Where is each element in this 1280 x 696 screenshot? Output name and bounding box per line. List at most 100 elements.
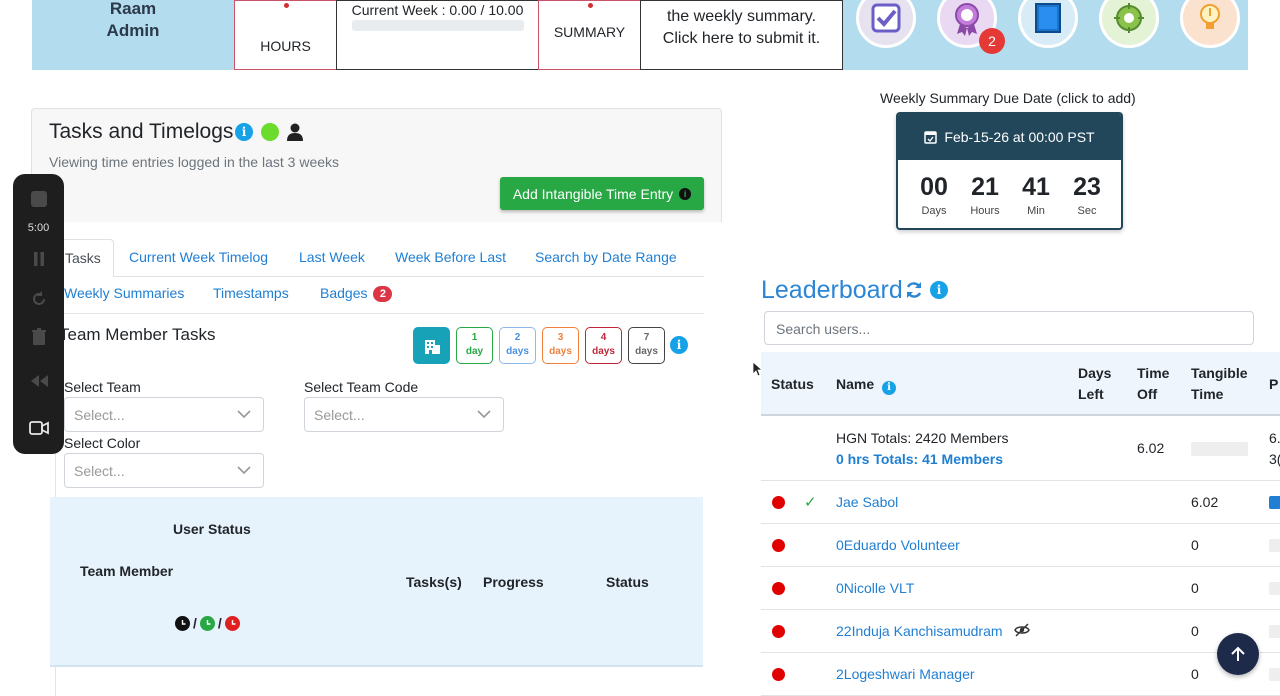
member-name-link[interactable]: Jae Sabol — [836, 494, 898, 510]
tab-timestamps[interactable]: Timestamps — [213, 285, 289, 301]
tab-search-by-date-range[interactable]: Search by Date Range — [535, 249, 677, 265]
user-icon[interactable] — [287, 123, 303, 141]
tab-badges[interactable]: Badges 2 — [320, 285, 393, 302]
tasks-subtitle: Viewing time entries logged in the last … — [49, 154, 340, 170]
select-team-code-dropdown[interactable]: Select... — [304, 397, 504, 432]
progress-bar — [1269, 496, 1280, 509]
leaderboard-title: Leaderboard — [761, 276, 903, 304]
search-users-placeholder: Search users... — [776, 321, 871, 337]
mouse-cursor-icon — [752, 361, 762, 377]
due-date-header: Feb-15-26 at 00:00 PST — [898, 114, 1121, 160]
select-team-code-label: Select Team Code — [304, 379, 419, 395]
add-intangible-time-button[interactable]: Add Intangible Time Entry i — [500, 177, 704, 210]
search-users-input[interactable]: Search users... — [764, 311, 1254, 345]
chevron-down-icon — [237, 466, 251, 475]
select-team-placeholder: Select... — [74, 407, 125, 423]
select-color-placeholder: Select... — [74, 463, 125, 479]
scroll-to-top-button[interactable] — [1217, 633, 1259, 675]
submit-summary-cell[interactable]: the weekly summary. Click here to submit… — [640, 0, 843, 70]
info-icon[interactable]: i — [235, 123, 253, 141]
camera-button[interactable] — [13, 420, 64, 436]
hgn-totals: HGN Totals: 2420 Members — [836, 430, 1009, 446]
status-red-dot — [772, 625, 785, 638]
filter-3-days-button[interactable]: 3 days — [542, 327, 579, 364]
tangible-time-value: 6.02 — [1191, 494, 1219, 510]
filter-7-days-button[interactable]: 7 days — [628, 327, 665, 364]
calendar-filter-button[interactable] — [413, 327, 450, 364]
summary-label: SUMMARY — [553, 24, 626, 40]
filter-1-day-button[interactable]: 1 day — [456, 327, 493, 364]
delete-button[interactable] — [13, 328, 64, 346]
chevron-down-icon — [477, 410, 491, 419]
restart-button[interactable] — [13, 290, 64, 308]
tangible-time-value: 0 — [1191, 537, 1199, 553]
clock-red-icon — [224, 615, 240, 631]
summary-cell[interactable]: SUMMARY — [538, 0, 641, 70]
info-icon[interactable]: i — [930, 281, 948, 299]
totals-time-off: 6.02 — [1137, 440, 1165, 456]
info-icon[interactable]: i — [882, 381, 897, 395]
check-icon: ✓ — [804, 494, 817, 511]
countdown-sec-unit: Sec — [1077, 205, 1097, 217]
lb-status-header[interactable]: Status — [771, 374, 814, 395]
countdown-hours-unit: Hours — [970, 205, 1000, 217]
due-date-countdown[interactable]: Feb-15-26 at 00:00 PST 00 Days 21 Hours 41… — [896, 112, 1123, 230]
rewind-button[interactable] — [13, 374, 64, 388]
user-name: Raam Admin — [106, 0, 160, 40]
lb-name-header[interactable]: Name i — [836, 374, 897, 395]
filter-1-day-unit: day — [465, 346, 484, 357]
current-week-progress-bar — [352, 20, 524, 31]
hours-cell[interactable]: HOURS — [234, 0, 337, 70]
info-icon[interactable]: i — [670, 336, 688, 354]
tab-badges-label: Badges — [320, 285, 368, 301]
leaderboard-title-icons: i — [904, 280, 948, 300]
screen-recorder-toolbar: 5:00 — [13, 174, 64, 454]
select-color-dropdown[interactable]: Select... — [64, 453, 264, 488]
leaderboard-row: 22Induja Kanchisamudram 0 — [761, 610, 1280, 653]
tab-week-before-last[interactable]: Week Before Last — [395, 249, 506, 265]
stop-icon — [30, 191, 47, 207]
lb-time-off-header[interactable]: Time Off — [1137, 363, 1169, 405]
select-team-dropdown[interactable]: Select... — [64, 397, 264, 432]
select-color-label: Select Color — [64, 435, 141, 451]
lb-tangible-time-header[interactable]: Tangible Time — [1191, 363, 1248, 405]
eye-slash-icon[interactable] — [1014, 623, 1030, 637]
leaderboard-row: ✓ Jae Sabol 6.02 — [761, 481, 1280, 524]
building-icon — [424, 339, 440, 354]
member-name-link[interactable]: 22Induja Kanchisamudram — [836, 623, 1003, 639]
day-filter-buttons: 1 day 2 days 3 days 4 days 7 days — [413, 327, 665, 364]
team-member-header: Team Member — [80, 563, 174, 579]
filter-4-days-unit: days — [592, 346, 615, 357]
filter-2-days-button[interactable]: 2 days — [499, 327, 536, 364]
pause-button[interactable] — [13, 251, 64, 267]
totals-next-a: 6. — [1269, 430, 1280, 446]
filter-4-days-button[interactable]: 4 days — [585, 327, 622, 364]
tangible-time-value: 0 — [1191, 666, 1199, 682]
tab-current-week-timelog[interactable]: Current Week Timelog — [129, 249, 268, 265]
countdown-min-value: 41 — [1022, 173, 1050, 201]
current-week-label: Current Week : 0.00 / 10.00 — [351, 2, 524, 18]
member-name-link[interactable]: 0Nicolle VLT — [836, 580, 914, 596]
member-name-link[interactable]: 0Eduardo Volunteer — [836, 537, 960, 553]
totals-tangible-bar — [1191, 442, 1248, 456]
summary-dot — [587, 3, 593, 8]
tangible-time-value: 0 — [1191, 580, 1199, 596]
member-name-link[interactable]: 2Logeshwari Manager — [836, 666, 975, 682]
weekly-summary-due-label[interactable]: Weekly Summary Due Date (click to add) — [880, 90, 1136, 106]
lb-name-header-label: Name — [836, 376, 875, 392]
zero-hrs-totals[interactable]: 0 hrs Totals: 41 Members — [836, 451, 1003, 467]
filter-2-days-unit: days — [506, 346, 529, 357]
countdown-hours: 21 Hours — [957, 172, 1013, 217]
current-week-cell[interactable]: Current Week : 0.00 / 10.00 — [336, 0, 539, 70]
filter-3-days-unit: days — [549, 346, 572, 357]
recording-time: 5:00 — [27, 222, 50, 234]
tangible-time-value: 0 — [1191, 623, 1199, 639]
tab-last-week[interactable]: Last Week — [299, 249, 365, 265]
lb-days-left-header[interactable]: Days Left — [1078, 363, 1111, 405]
leaderboard-row: 2Logeshwari Manager 0 — [761, 653, 1280, 696]
select-team-label: Select Team — [64, 379, 141, 395]
refresh-icon[interactable] — [904, 280, 924, 300]
tab-weekly-summaries[interactable]: Weekly Summaries — [64, 285, 184, 301]
stop-button[interactable] — [13, 188, 64, 210]
select-team-code-placeholder: Select... — [314, 407, 365, 423]
